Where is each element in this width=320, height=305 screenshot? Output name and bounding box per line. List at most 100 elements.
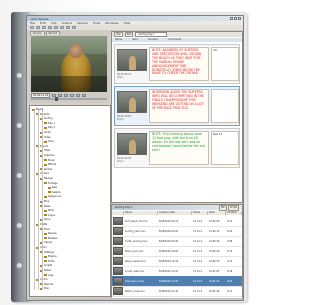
bin-column-header: Name Creation Date Tracks Start Duration: [112, 211, 242, 215]
toolbar-save-icon[interactable]: [42, 26, 46, 29]
column-name[interactable]: Name: [115, 38, 122, 42]
clip-thumbnail[interactable]: [113, 217, 123, 225]
text-button[interactable]: Text: [124, 32, 134, 37]
column-start[interactable]: Start: [132, 38, 138, 42]
bin-cell-start: 01:01:48: [209, 289, 220, 293]
video-frame[interactable]: [31, 36, 107, 92]
hardware-button[interactable]: [16, 172, 23, 179]
bin-cell-tracks: V1 A1-2: [193, 229, 203, 233]
tree-item[interactable]: Music: [44, 159, 55, 162]
tree-item-label: Video: [44, 135, 51, 139]
clip-row[interactable]: 00:03:22:18 Clip 3 NOTE: This morning wa…: [114, 128, 240, 168]
bin-cell-name: Wave_breaks.mov: [125, 259, 146, 263]
bin-cell-date: 8/28/2004 10:18: [159, 259, 179, 263]
tab-record[interactable]: Record: [45, 31, 61, 35]
transport-controls: 00:00:12:04: [31, 92, 107, 98]
column-tracks[interactable]: Tracks: [192, 211, 208, 215]
clip-row[interactable]: 00:01:04:12 Clip 1 NOTE: NUMBERS OF SURF…: [114, 44, 240, 84]
clip-name: Clip 1: [117, 76, 124, 79]
clip-thumbnail[interactable]: [113, 267, 123, 275]
tree-item[interactable]: Effects: [44, 163, 56, 166]
folder-icon: [48, 191, 51, 194]
play-icon[interactable]: [58, 93, 63, 97]
tree-item[interactable]: Footage: [44, 182, 58, 185]
close-icon[interactable]: [238, 17, 241, 20]
toolbar-new-icon[interactable]: [30, 26, 34, 29]
scrubber-knob[interactable]: [55, 97, 58, 101]
tree-item-label: Sequences: [48, 195, 62, 199]
clip-thumbnail[interactable]: [113, 287, 123, 295]
column-duration[interactable]: Duration: [148, 38, 158, 42]
tree-item[interactable]: Logos: [44, 214, 55, 217]
timecode-display: 00:00:12:04: [31, 92, 51, 98]
mark-out-icon[interactable]: [82, 93, 87, 97]
hardware-button[interactable]: [16, 72, 23, 79]
tree-item[interactable]: Review: [44, 232, 57, 235]
minimize-icon[interactable]: [230, 17, 233, 20]
mark-in-icon[interactable]: [76, 93, 81, 97]
column-duration[interactable]: Duration: [226, 211, 242, 215]
bin-cell-start: 01:00:40: [209, 249, 220, 253]
hardware-button[interactable]: [16, 262, 23, 269]
clip-notes-panel: Clip Text Surfing Day 1 Name Start Durat…: [111, 31, 243, 203]
tree-item[interactable]: Raw: [48, 186, 57, 189]
tree-item[interactable]: Stills: [44, 209, 54, 212]
toolbar-paste-icon[interactable]: [60, 26, 64, 29]
photo-background: Avid Xpress File Edit Clip Output Specia…: [0, 0, 254, 305]
clip-thumbnail[interactable]: [113, 237, 123, 245]
hardware-button[interactable]: [16, 122, 23, 129]
toolbar-open-icon[interactable]: [36, 26, 40, 29]
toolbar-copy-icon[interactable]: [54, 26, 58, 29]
bin-cell-name: Board_pick.mov: [125, 249, 144, 253]
bin-cell-tracks: V1 A1-2: [193, 259, 203, 263]
bin-cell-tracks: V1 A1-2: [193, 249, 203, 253]
clip-thumbnail[interactable]: [113, 227, 123, 235]
position-scrubber[interactable]: [31, 97, 107, 101]
tab-source[interactable]: Source: [30, 31, 45, 35]
bin-cell-tracks: V1 A1-2: [193, 219, 203, 223]
hardware-button[interactable]: [16, 222, 23, 229]
clip-thumbnail[interactable]: [113, 277, 123, 285]
tree-item[interactable]: Plugins: [44, 255, 57, 258]
fast-forward-icon[interactable]: [70, 93, 75, 97]
clip-row[interactable]: 00:02:10:03 Clip 2 INTERVIEW AUDIO THE S…: [114, 86, 240, 126]
tree-item[interactable]: Selects: [48, 191, 61, 194]
stop-icon[interactable]: [64, 93, 69, 97]
column-comments[interactable]: Comments: [168, 38, 181, 42]
tree-item[interactable]: Day 1: [44, 122, 55, 125]
tree-item-label: Effects: [48, 163, 57, 167]
column-date[interactable]: Creation Date: [158, 211, 192, 215]
clip-thumbnail[interactable]: [117, 49, 147, 71]
toolbar-cut-icon[interactable]: [48, 26, 52, 29]
clip-button[interactable]: Clip: [114, 32, 123, 37]
folder-icon: [48, 186, 51, 189]
folder-icon: [44, 255, 47, 258]
clip-comment[interactable]: NOTE: NUMBERS OF SURFERS AND SPECTATORS …: [149, 47, 209, 81]
bin-row[interactable]: Beach_close.mov 8/28/2004 11:40 V1 A1-2 01:…: [112, 286, 242, 297]
tree-item[interactable]: Logs: [44, 274, 54, 277]
toolbar-redo-icon[interactable]: [72, 26, 76, 29]
clip-comment[interactable]: INTERVIEW AUDIO THE SURFERS WHO WILL BE …: [149, 89, 209, 123]
clip-info: Reel 24: [211, 131, 239, 165]
tree-item[interactable]: Day 2: [44, 126, 55, 129]
bin-cell-date: 8/28/2004 11:05: [159, 279, 179, 283]
tree-item[interactable]: Clips: [44, 140, 54, 143]
tree-item-label: Titles: [44, 149, 51, 153]
clip-thumbnail[interactable]: [113, 247, 123, 255]
column-name[interactable]: Name: [124, 211, 158, 215]
bin-selector[interactable]: Surfing Day 1: [135, 32, 168, 37]
clip-thumbnail[interactable]: [113, 257, 123, 265]
clip-thumbnail[interactable]: [117, 133, 147, 155]
toolbar-undo-icon[interactable]: [66, 26, 70, 29]
column-start[interactable]: Start: [208, 211, 226, 215]
bin-cell-name: Crowd_walk.mov: [125, 269, 145, 273]
clip-comment[interactable]: NOTE: This morning waves were 12 foot pl…: [149, 131, 209, 165]
tree-item[interactable]: Sequences: [44, 195, 61, 198]
tree-item[interactable]: Fonts: [44, 260, 54, 263]
tree-item[interactable]: Masters: [44, 237, 57, 240]
tree-item-label: Backup: [44, 177, 53, 180]
bin-cell-date: 8/28/2004 10:02: [159, 249, 179, 253]
clip-thumbnail[interactable]: [117, 91, 147, 113]
bin-cell-start: 01:00:55: [209, 259, 220, 263]
maximize-icon[interactable]: [234, 17, 237, 20]
